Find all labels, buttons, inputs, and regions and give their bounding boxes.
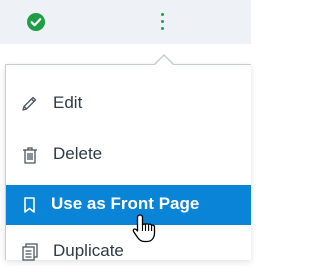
menu-item-label: Delete: [53, 144, 103, 163]
menu-item-edit[interactable]: Edit: [6, 84, 251, 124]
kebab-menu-icon[interactable]: [148, 7, 178, 37]
pencil-icon: [20, 94, 40, 114]
trash-icon: [20, 145, 40, 165]
top-toolbar: [0, 0, 251, 44]
bookmark-icon: [20, 195, 40, 215]
hand-pointer-icon: [131, 213, 159, 245]
menu-item-delete[interactable]: Delete: [6, 135, 251, 175]
menu-item-label: Use as Front Page: [51, 194, 200, 213]
duplicate-icon: [20, 242, 40, 262]
menu-item-label: Duplicate: [53, 241, 124, 260]
menu-item-label: Edit: [53, 93, 83, 112]
check-circle-icon: [27, 13, 45, 31]
menu-item-use-as-front-page[interactable]: Use as Front Page: [6, 185, 251, 225]
menu-item-duplicate[interactable]: Duplicate: [6, 232, 251, 272]
